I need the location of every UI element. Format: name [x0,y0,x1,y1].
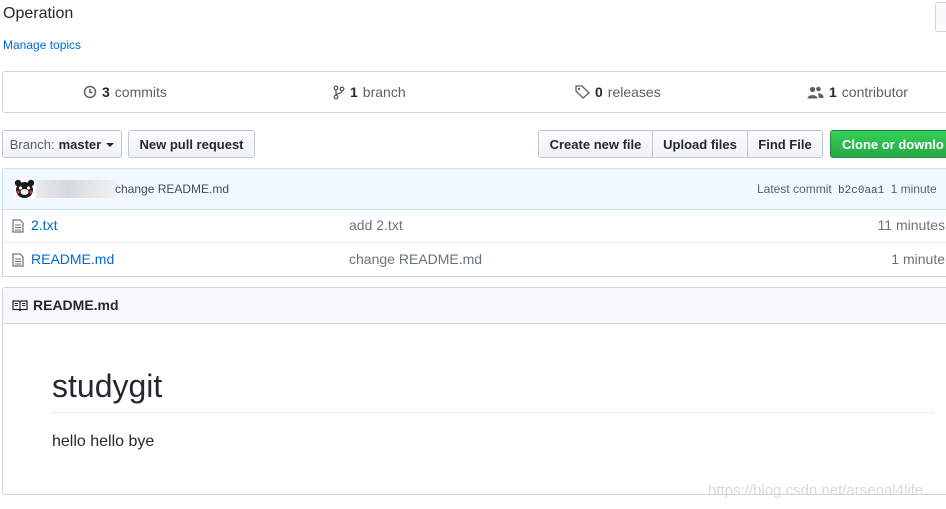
author-name-redacted [36,180,116,198]
contributors-link[interactable]: 1 contributor [807,72,908,112]
contributors-count: 1 [829,84,837,100]
commits-link[interactable]: 3 commits [83,72,167,112]
readme-title: README.md [33,297,119,313]
clone-or-download-button[interactable]: Clone or downlo [830,130,946,158]
latest-commit-bar: change README.md Latest commit b2c0aa1 1… [2,168,946,210]
commits-count: 3 [102,84,110,100]
git-branch-icon [333,85,345,100]
latest-commit-prefix: Latest commit [757,182,832,196]
commit-sha-link[interactable]: b2c0aa1 [838,185,884,197]
file-commit-message[interactable]: add 2.txt [349,217,403,233]
branch-count: 1 [350,84,358,100]
find-file-button[interactable]: Find File [747,130,823,158]
table-row: README.md change README.md 1 minute [3,242,946,276]
manage-topics-link[interactable]: Manage topics [3,38,81,52]
readme-panel: README.md studygit hello hello bye [2,287,946,495]
file-name-link[interactable]: 2.txt [31,217,57,233]
latest-commit-info: Latest commit b2c0aa1 1 minute [757,182,937,197]
latest-commit-age: 1 minute [890,182,937,196]
file-name-link[interactable]: README.md [31,251,114,267]
contributors-label: contributor [841,84,908,100]
branch-select-button[interactable]: Branch: master [2,130,122,158]
file-age: 11 minutes [877,217,945,233]
upload-files-button[interactable]: Upload files [652,130,748,158]
new-pull-request-button[interactable]: New pull request [128,130,255,158]
repo-description: Operation [3,5,74,22]
branch-select-value: master [58,136,102,152]
branch-link[interactable]: 1 branch [333,72,406,112]
tag-icon [575,85,590,99]
commits-label: commits [114,84,167,100]
releases-link[interactable]: 0 releases [575,72,661,112]
branch-select-label: Branch: [9,136,55,152]
header-action-button[interactable] [935,2,946,32]
table-row: 2.txt add 2.txt 11 minutes [3,209,946,242]
watermark-text: https://blog.csdn.net/arsenal4life [708,482,924,499]
readme-heading: studygit [52,366,934,413]
file-icon [12,253,24,270]
numbers-summary: 3 commits 1 branch 0 releases 1 contribu… [2,71,946,113]
avatar[interactable] [14,178,35,199]
history-icon [83,85,97,99]
readme-body: hello hello bye [52,433,155,450]
people-icon [807,86,824,99]
releases-label: releases [607,84,661,100]
branch-label: branch [362,84,406,100]
latest-commit-message[interactable]: change README.md [115,182,229,196]
chevron-down-icon [106,143,115,147]
readme-header: README.md [3,288,946,324]
file-icon [12,219,24,236]
releases-count: 0 [595,84,603,100]
file-age: 1 minute [891,251,945,267]
create-new-file-button[interactable]: Create new file [538,130,653,158]
file-commit-message[interactable]: change README.md [349,251,482,267]
book-icon [12,299,28,315]
file-table: 2.txt add 2.txt 11 minutes README.md cha… [2,209,946,277]
